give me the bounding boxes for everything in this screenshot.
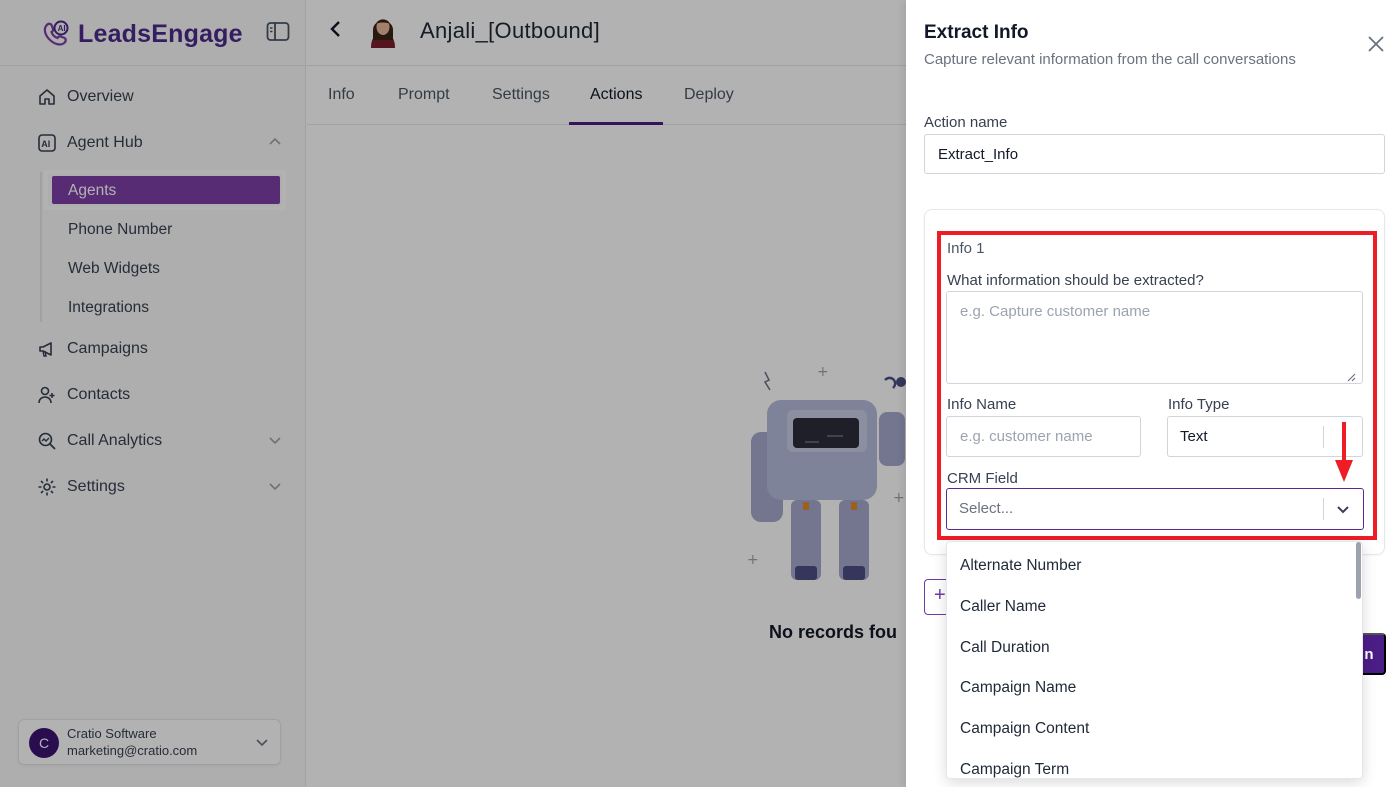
down-arrow-annotation-icon — [1335, 422, 1353, 482]
user-account-card[interactable]: C Cratio Software marketing@cratio.com — [18, 719, 281, 765]
gear-icon — [36, 476, 58, 498]
avatar: C — [29, 728, 59, 758]
tab-prompt[interactable]: Prompt — [398, 86, 450, 104]
info-type-value: Text — [1180, 428, 1208, 445]
info-question-textarea[interactable] — [946, 291, 1363, 384]
resize-handle-icon[interactable] — [1346, 372, 1356, 382]
nav-agent-hub[interactable]: AI Agent Hub — [36, 127, 286, 159]
home-icon — [36, 86, 58, 108]
submenu-guide-line — [40, 172, 42, 322]
crm-field-select[interactable]: Select... — [946, 488, 1364, 530]
svg-text:+: + — [817, 364, 829, 380]
brand-name: LeadsEngage — [78, 19, 243, 48]
sidebar-collapse-icon[interactable] — [266, 21, 290, 43]
svg-text:+: + — [747, 552, 759, 568]
chevron-down-icon[interactable] — [1336, 504, 1350, 516]
info-name-label: Info Name — [947, 396, 1017, 413]
drawer-subtitle: Capture relevant information from the ca… — [924, 51, 1296, 68]
svg-text:+: + — [893, 490, 905, 506]
ai-agent-icon: AI — [36, 132, 58, 154]
analytics-icon — [36, 430, 58, 452]
info-type-label: Info Type — [1168, 396, 1230, 413]
drawer-title: Extract Info — [924, 22, 1029, 43]
logo-phone-icon: AI — [43, 20, 69, 46]
brand-logo[interactable]: AI LeadsEngage — [40, 14, 243, 54]
user-plus-icon — [36, 384, 58, 406]
sidebar-item-phone-number[interactable]: Phone Number — [68, 221, 172, 239]
chevron-down-icon[interactable] — [255, 735, 269, 749]
user-name: Cratio Software — [67, 726, 157, 741]
chevron-down-icon[interactable] — [268, 479, 282, 493]
user-email: marketing@cratio.com — [67, 743, 198, 758]
select-separator — [1323, 498, 1324, 520]
chevron-up-icon[interactable] — [268, 135, 282, 149]
action-name-label: Action name — [924, 114, 1008, 131]
sidebar: AI LeadsEngage Overview AI Agent Hub Age… — [0, 0, 306, 787]
back-arrow-icon[interactable] — [329, 20, 343, 38]
close-icon[interactable] — [1366, 34, 1386, 54]
nav-campaigns[interactable]: Campaigns — [36, 333, 286, 365]
nav-overview[interactable]: Overview — [36, 81, 286, 113]
crm-option[interactable]: Campaign Term — [960, 761, 1069, 778]
svg-text:AI: AI — [58, 24, 66, 33]
crm-option[interactable]: Campaign Content — [960, 720, 1089, 738]
chevron-down-icon[interactable] — [268, 433, 282, 447]
info-question-label: What information should be extracted? — [947, 272, 1204, 289]
actions-tab-annotation-box — [570, 70, 668, 116]
dropdown-scrollbar[interactable] — [1356, 542, 1361, 599]
tab-settings[interactable]: Settings — [492, 86, 550, 104]
action-name-input[interactable] — [924, 134, 1385, 174]
info-heading: Info 1 — [947, 240, 985, 257]
crm-option[interactable]: Campaign Name — [960, 679, 1076, 697]
crm-option[interactable]: Caller Name — [960, 598, 1046, 616]
tab-deploy[interactable]: Deploy — [684, 86, 734, 104]
select-separator — [1323, 426, 1324, 448]
nav-settings[interactable]: Settings — [36, 471, 286, 503]
crm-field-placeholder: Select... — [959, 500, 1014, 517]
sidebar-item-integrations[interactable]: Integrations — [68, 299, 149, 317]
empty-state-text: No records fou — [769, 622, 898, 642]
nav-call-analytics[interactable]: Call Analytics — [36, 425, 286, 457]
nav-contacts[interactable]: Contacts — [36, 379, 286, 411]
sidebar-item-web-widgets[interactable]: Web Widgets — [68, 260, 160, 278]
agent-avatar — [371, 19, 395, 48]
active-tab-indicator — [569, 122, 663, 125]
crm-field-label: CRM Field — [947, 470, 1018, 487]
tab-info[interactable]: Info — [328, 86, 355, 104]
empty-state-robot-illustration: + + + — [747, 364, 906, 580]
page-title: Anjali_[Outbound] — [420, 18, 601, 43]
crm-field-dropdown-menu: Alternate Number Caller Name Call Durati… — [946, 541, 1363, 779]
svg-text:AI: AI — [41, 139, 50, 149]
crm-option[interactable]: Alternate Number — [960, 557, 1081, 575]
sidebar-divider — [0, 65, 306, 66]
megaphone-icon — [36, 338, 58, 360]
info-name-input[interactable] — [946, 416, 1141, 457]
crm-option[interactable]: Call Duration — [960, 639, 1050, 657]
agents-annotation-box — [44, 170, 286, 210]
